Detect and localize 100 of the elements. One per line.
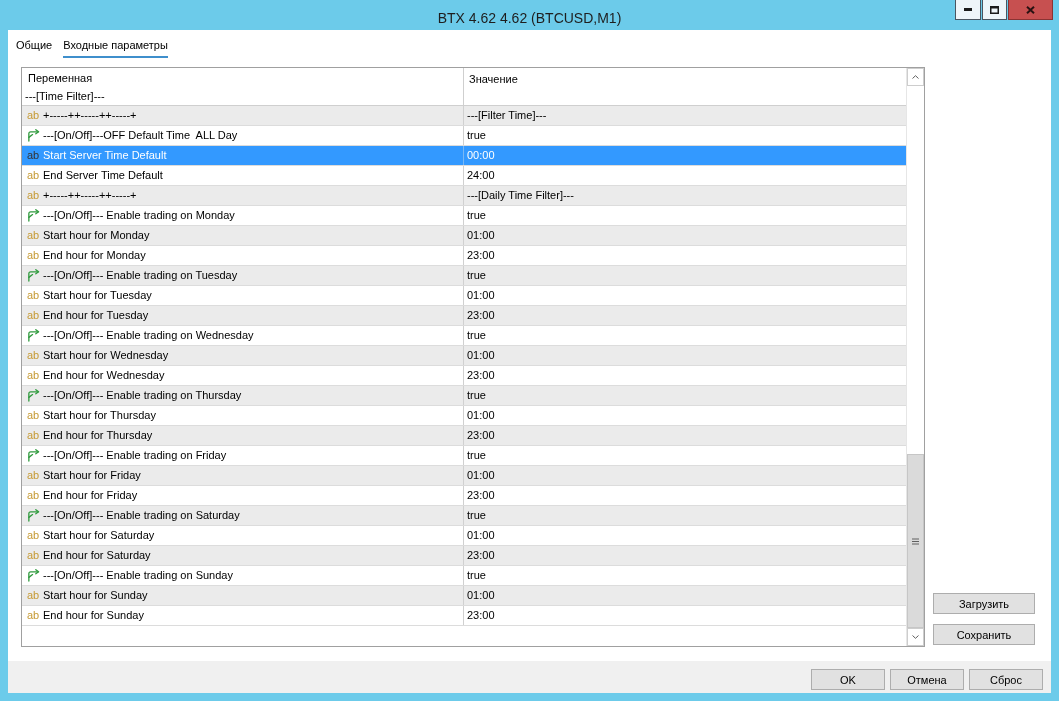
side-button[interactable]: Загрузить <box>933 593 1035 614</box>
string-type-icon: ab <box>27 426 40 445</box>
parameter-value: true <box>463 206 906 225</box>
string-type-icon: ab <box>27 606 40 625</box>
branch-arrow-icon <box>27 329 40 342</box>
parameter-row[interactable]: ab Start hour for Sunday 01:00 <box>22 586 906 606</box>
parameter-name: Start hour for Saturday <box>43 528 155 543</box>
parameter-name: Start hour for Tuesday <box>43 288 152 303</box>
branch-arrow-icon <box>27 269 40 282</box>
close-icon <box>1026 5 1035 14</box>
dialog-button[interactable]: OK <box>811 669 885 690</box>
chevron-down-icon <box>912 635 919 639</box>
parameter-row[interactable]: ab End hour for Friday 23:00 <box>22 486 906 506</box>
parameter-row[interactable]: ---[On/Off]--- Enable trading on Saturday true <box>22 506 906 526</box>
chevron-up-icon <box>912 75 919 79</box>
branch-arrow-icon <box>27 569 40 582</box>
parameter-row[interactable]: ab Start hour for Thursday 01:00 <box>22 406 906 426</box>
parameter-name: Start Server Time Default <box>43 148 167 163</box>
parameter-row[interactable]: ab Start hour for Saturday 01:00 <box>22 526 906 546</box>
parameter-row[interactable]: ab Start hour for Wednesday 01:00 <box>22 346 906 366</box>
parameter-name: +-----++-----++-----+ <box>43 188 137 203</box>
string-type-icon: ab <box>27 306 40 325</box>
string-type-icon: ab <box>27 246 40 265</box>
parameter-value: true <box>463 566 906 585</box>
parameter-row[interactable]: ab Start hour for Friday 01:00 <box>22 466 906 486</box>
parameter-name: Start hour for Wednesday <box>43 348 169 363</box>
parameter-row[interactable]: ---[On/Off]--- Enable trading on Monday true <box>22 206 906 226</box>
parameter-value: 01:00 <box>463 226 906 245</box>
parameter-value: 01:00 <box>463 406 906 425</box>
parameter-value: 23:00 <box>463 306 906 325</box>
parameter-row[interactable]: ab End hour for Wednesday 23:00 <box>22 366 906 386</box>
group-caption: ---[Time Filter]--- <box>24 89 105 104</box>
parameter-value: 01:00 <box>463 346 906 365</box>
scroll-up-button[interactable] <box>907 68 924 86</box>
parameter-value: 23:00 <box>463 546 906 565</box>
parameter-name: Start hour for Sunday <box>43 588 148 603</box>
parameter-name: ---[On/Off]--- Enable trading on Monday <box>43 208 235 223</box>
side-button[interactable]: Сохранить <box>933 624 1035 645</box>
parameter-row[interactable]: ---[On/Off]--- Enable trading on Sunday true <box>22 566 906 586</box>
string-type-icon: ab <box>27 146 40 165</box>
parameter-row[interactable]: ab End hour for Sunday 23:00 <box>22 606 906 626</box>
parameter-row[interactable]: ---[On/Off]--- Enable trading on Wednesday true <box>22 326 906 346</box>
parameter-value: true <box>463 126 906 145</box>
scrollbar-thumb[interactable] <box>907 454 924 628</box>
parameter-name: Start hour for Monday <box>43 228 150 243</box>
branch-arrow-icon <box>27 209 40 222</box>
maximize-button[interactable] <box>982 0 1007 20</box>
parameter-row[interactable]: ab Start hour for Tuesday 01:00 <box>22 286 906 306</box>
tab[interactable]: Входные параметры <box>63 30 168 58</box>
parameter-value: ---[Filter Time]--- <box>463 106 906 125</box>
parameter-row[interactable]: ab End hour for Tuesday 23:00 <box>22 306 906 326</box>
parameter-name: End hour for Sunday <box>43 608 144 623</box>
parameter-name: End hour for Wednesday <box>43 368 165 383</box>
parameter-name: End Server Time Default <box>43 168 163 183</box>
maximize-icon <box>990 5 999 14</box>
parameter-row[interactable]: ---[On/Off]--- Enable trading on Thursday true <box>22 386 906 406</box>
dialog-button[interactable]: Отмена <box>890 669 964 690</box>
parameter-row[interactable]: ab Start Server Time Default 00:00 <box>22 146 906 166</box>
dialog-button[interactable]: Сброс <box>969 669 1043 690</box>
parameter-name: Start hour for Friday <box>43 468 141 483</box>
grip-icon <box>912 537 919 545</box>
parameter-value: true <box>463 386 906 405</box>
parameter-row[interactable]: ab End hour for Saturday 23:00 <box>22 546 906 566</box>
minimize-icon <box>964 8 972 11</box>
parameter-row[interactable]: ab +-----++-----++-----+ ---[Daily Time Filter]--- <box>22 186 906 206</box>
parameter-row[interactable]: ab End hour for Monday 23:00 <box>22 246 906 266</box>
close-button[interactable] <box>1008 0 1053 20</box>
parameter-name: End hour for Tuesday <box>43 308 149 323</box>
parameter-row[interactable]: ab +-----++-----++-----+ ---[Filter Time]--- <box>22 106 906 126</box>
parameter-value: 24:00 <box>463 166 906 185</box>
string-type-icon: ab <box>27 586 40 605</box>
parameter-value: true <box>463 506 906 525</box>
parameter-name: ---[On/Off]--- Enable trading on Sunday <box>43 568 233 583</box>
string-type-icon: ab <box>27 286 40 305</box>
window-title: BTX 4.62 4.62 (BTCUSD,M1) <box>437 9 622 27</box>
string-type-icon: ab <box>27 406 40 425</box>
parameter-row[interactable]: ab Start hour for Monday 01:00 <box>22 226 906 246</box>
column-header: Значение <box>468 73 518 85</box>
tab[interactable]: Общие <box>16 30 53 58</box>
parameter-value: true <box>463 266 906 285</box>
parameter-row[interactable]: ab End Server Time Default 24:00 <box>22 166 906 186</box>
string-type-icon: ab <box>27 106 40 125</box>
parameter-row[interactable]: ab End hour for Thursday 23:00 <box>22 426 906 446</box>
string-type-icon: ab <box>27 546 40 565</box>
parameter-row[interactable]: ---[On/Off]--- Enable trading on Tuesday true <box>22 266 906 286</box>
branch-arrow-icon <box>27 389 40 402</box>
parameter-value: 23:00 <box>463 366 906 385</box>
string-type-icon: ab <box>27 466 40 485</box>
minimize-button[interactable] <box>955 0 981 20</box>
branch-arrow-icon <box>27 129 40 142</box>
scroll-down-button[interactable] <box>907 628 924 646</box>
parameter-row[interactable]: ---[On/Off]---OFF Default Time ALL Day true <box>22 126 906 146</box>
parameter-value: 01:00 <box>463 286 906 305</box>
parameter-name: ---[On/Off]--- Enable trading on Thursday <box>43 388 242 403</box>
parameter-name: ---[On/Off]--- Enable trading on Saturday <box>43 508 240 523</box>
parameter-value: 00:00 <box>463 146 906 165</box>
parameter-value: 23:00 <box>463 606 906 625</box>
parameter-name: End hour for Friday <box>43 488 138 503</box>
parameter-name: End hour for Monday <box>43 248 146 263</box>
parameter-row[interactable]: ---[On/Off]--- Enable trading on Friday true <box>22 446 906 466</box>
